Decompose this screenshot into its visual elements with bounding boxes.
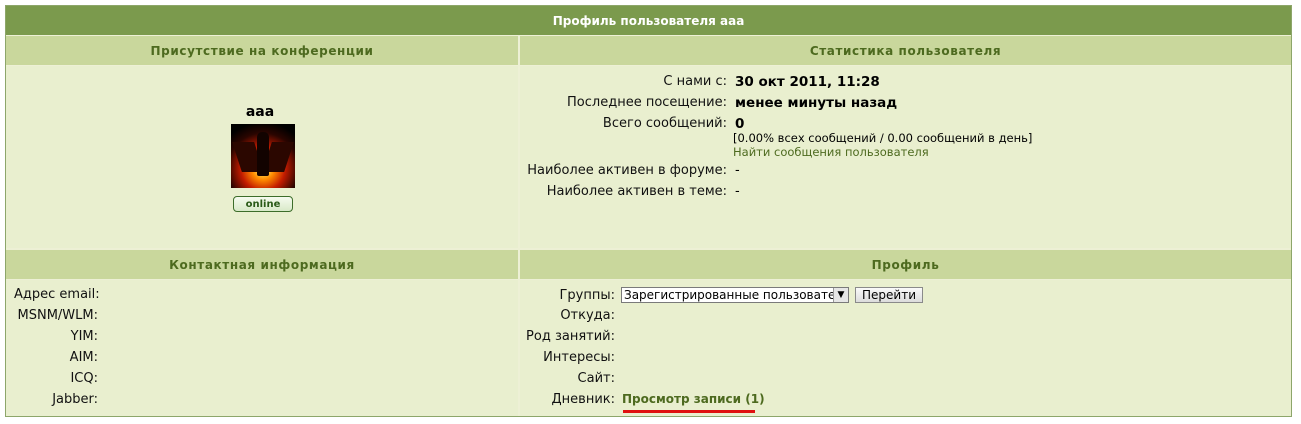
highlight-underline [623,410,755,413]
stat-active-topic: Наиболее активен в теме: - [520,184,740,199]
stat-active-forum: Наиболее активен в форуме: - [520,163,740,178]
jabber-label: Jabber: [52,392,98,407]
joined-label: С нами с: [663,74,727,89]
active-topic-value: - [735,184,740,199]
go-button[interactable]: Перейти [855,287,923,303]
profile-groups: Группы: Зарегистрированные пользователи … [520,287,923,303]
contact-heading: Контактная информация [6,250,518,279]
stat-posts: Всего сообщений: 0 [520,116,744,132]
chevron-down-icon[interactable]: ▼ [833,288,848,302]
stat-joined: С нами с: 30 окт 2011, 11:28 [520,74,880,90]
active-topic-label: Наиболее активен в теме: [546,184,727,199]
icq-label: ICQ: [70,371,98,386]
groups-select[interactable]: Зарегистрированные пользователи ▼ [621,287,849,303]
profile-diary: Дневник: Просмотр записи (1) [520,392,765,407]
groups-select-value: Зарегистрированные пользователи [624,288,833,302]
email-label: Адрес email: [14,287,100,302]
posts-value: 0 [735,116,745,132]
yim-label: YIM: [70,329,98,344]
profile-from: Откуда: [520,308,615,323]
stats-heading: Статистика пользователя [520,36,1291,65]
presence-heading: Присутствие на конференции [6,36,518,65]
contact-email: Адрес email: [14,287,100,302]
last-visit-label: Последнее посещение: [567,95,727,110]
profile-site: Сайт: [520,371,615,386]
joined-value: 30 окт 2011, 11:28 [735,74,880,90]
msnm-label: MSNM/WLM: [17,308,98,323]
contact-yim: YIM: [14,329,98,344]
active-forum-value: - [735,163,740,178]
groups-label: Группы: [559,287,615,303]
find-posts-link[interactable]: Найти сообщения пользователя [733,145,929,159]
last-visit-value: менее минуты назад [735,95,898,111]
contact-icq: ICQ: [14,371,98,386]
contact-msnm: MSNM/WLM: [14,308,98,323]
diary-label: Дневник: [551,392,616,407]
occupation-label: Род занятий: [526,329,615,344]
interests-label: Интересы: [543,350,615,365]
stat-last-visit: Последнее посещение: менее минуты назад [520,95,897,111]
username: aaa [245,104,275,120]
contact-jabber: Jabber: [14,392,98,407]
profile-occupation: Род занятий: [520,329,615,344]
site-label: Сайт: [577,371,615,386]
posts-detail: [0.00% всех сообщений / 0.00 сообщений в… [733,131,1032,145]
contact-aim: AIM: [14,350,98,365]
posts-detail-text: [0.00% всех сообщений / 0.00 сообщений в… [733,131,1033,145]
from-label: Откуда: [560,308,615,323]
online-status-badge: online [233,196,293,212]
find-posts: Найти сообщения пользователя [733,145,929,159]
page-title: Профиль пользователя aaa [6,6,1291,35]
avatar-image [231,124,295,188]
profile-interests: Интересы: [520,350,615,365]
posts-label: Всего сообщений: [602,116,727,131]
aim-label: AIM: [69,350,98,365]
diary-link[interactable]: Просмотр записи (1) [615,392,765,407]
active-forum-label: Наиболее активен в форуме: [527,163,727,178]
profile-heading: Профиль [520,250,1291,279]
